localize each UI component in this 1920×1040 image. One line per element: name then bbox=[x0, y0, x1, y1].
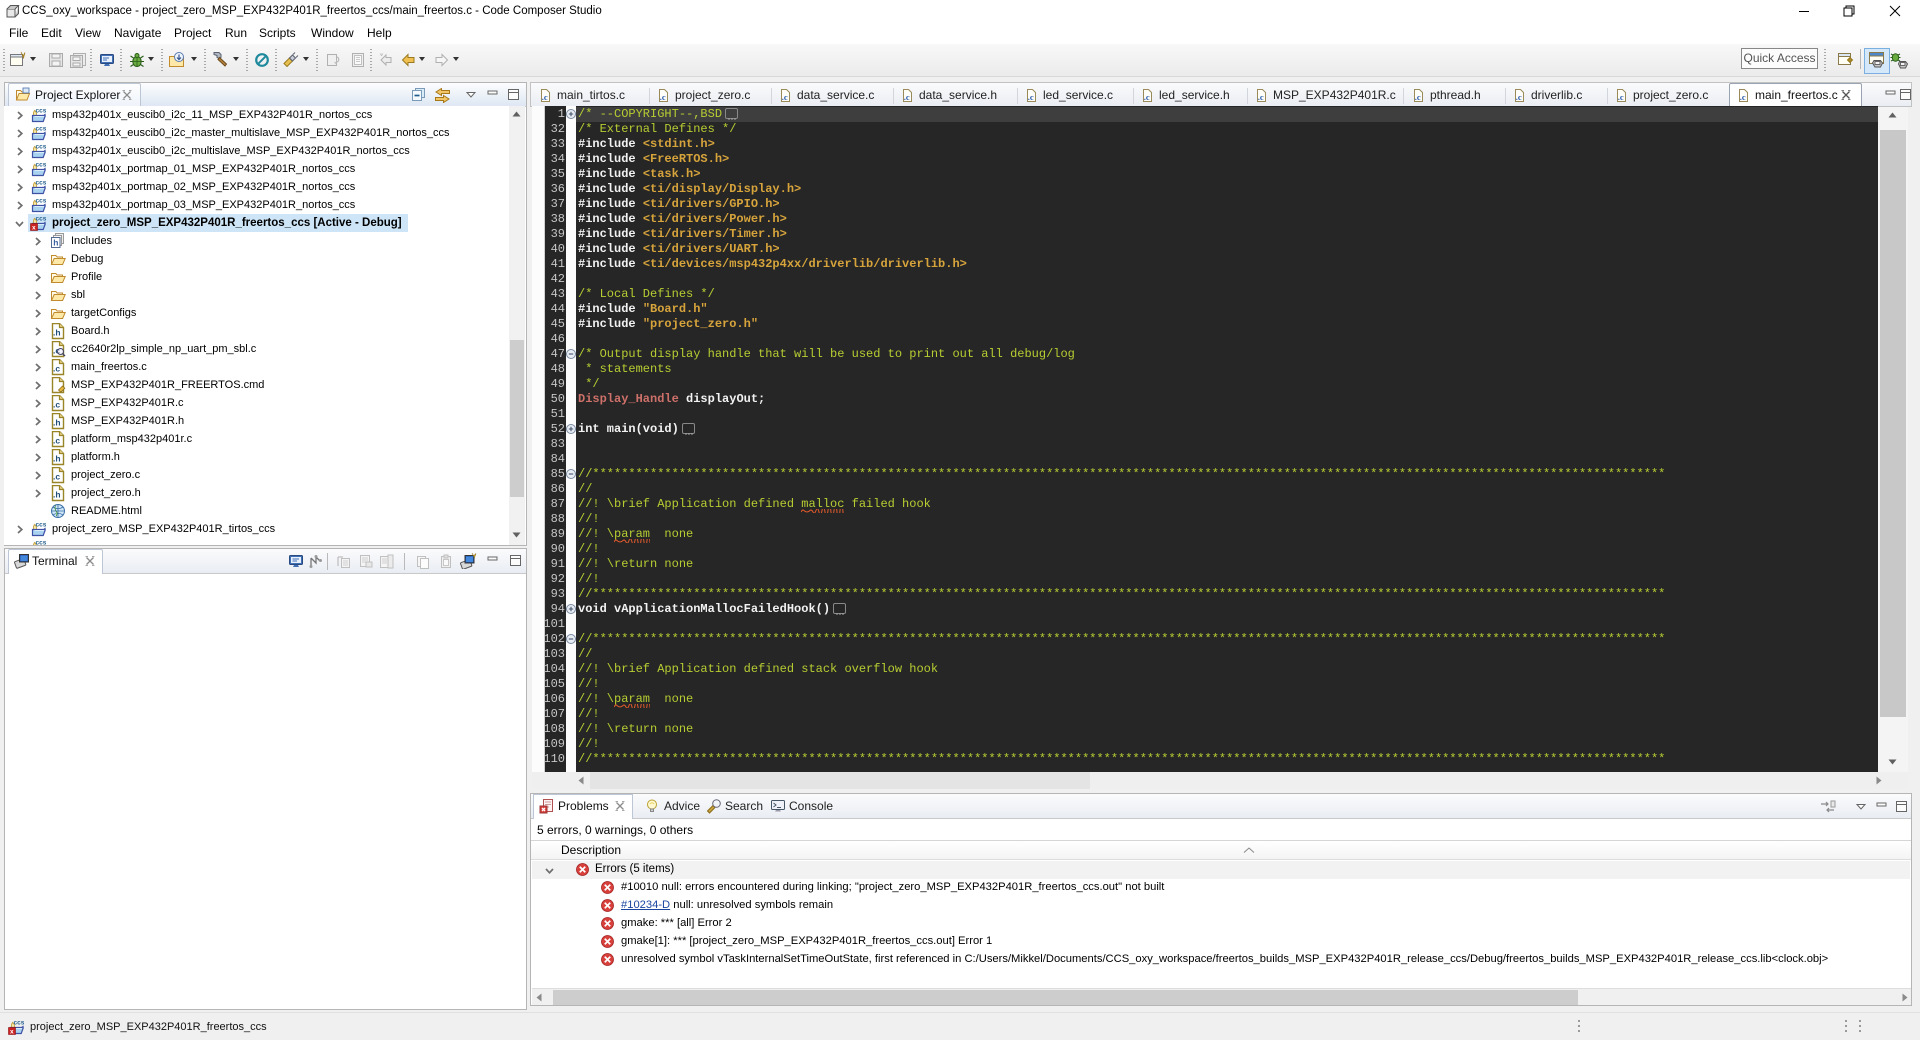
svg-text:.c: .c bbox=[1258, 92, 1264, 102]
svg-text:ccs: ccs bbox=[36, 540, 47, 546]
svg-text:ccs: ccs bbox=[36, 144, 47, 151]
svg-text:.c: .c bbox=[542, 92, 548, 102]
svg-text:.c: .c bbox=[1516, 92, 1522, 102]
svg-text:.c: .c bbox=[1144, 92, 1150, 102]
svg-text:ccs: ccs bbox=[36, 126, 47, 133]
svg-text:ccs: ccs bbox=[36, 216, 47, 223]
svg-text:.c: .c bbox=[53, 436, 60, 446]
svg-text:.c: .c bbox=[660, 92, 666, 102]
svg-text:ccs: ccs bbox=[36, 162, 47, 169]
svg-text:ccs: ccs bbox=[36, 108, 47, 115]
svg-text:ccs: ccs bbox=[36, 522, 47, 529]
svg-text:.c: .c bbox=[53, 400, 60, 410]
svg-text:.c: .c bbox=[1618, 92, 1624, 102]
svg-text:.h: .h bbox=[53, 454, 61, 464]
svg-text:ccs: ccs bbox=[36, 180, 47, 187]
svg-text:.c: .c bbox=[1740, 92, 1746, 102]
svg-text:.c: .c bbox=[1028, 92, 1034, 102]
svg-text:.h: .h bbox=[53, 328, 61, 338]
svg-text:h: h bbox=[53, 238, 58, 248]
svg-text:.h: .h bbox=[53, 418, 61, 428]
svg-text:x: x bbox=[10, 1029, 14, 1035]
svg-text:.c: .c bbox=[1415, 92, 1421, 102]
svg-text:.c: .c bbox=[904, 92, 910, 102]
svg-text:.c: .c bbox=[782, 92, 788, 102]
svg-text:.h: .h bbox=[53, 490, 61, 500]
svg-text:ccs: ccs bbox=[14, 1020, 25, 1027]
svg-text:ccs: ccs bbox=[36, 198, 47, 205]
svg-text:x: x bbox=[32, 225, 36, 231]
svg-text:.c: .c bbox=[53, 472, 60, 482]
svg-text:.c: .c bbox=[53, 364, 60, 374]
